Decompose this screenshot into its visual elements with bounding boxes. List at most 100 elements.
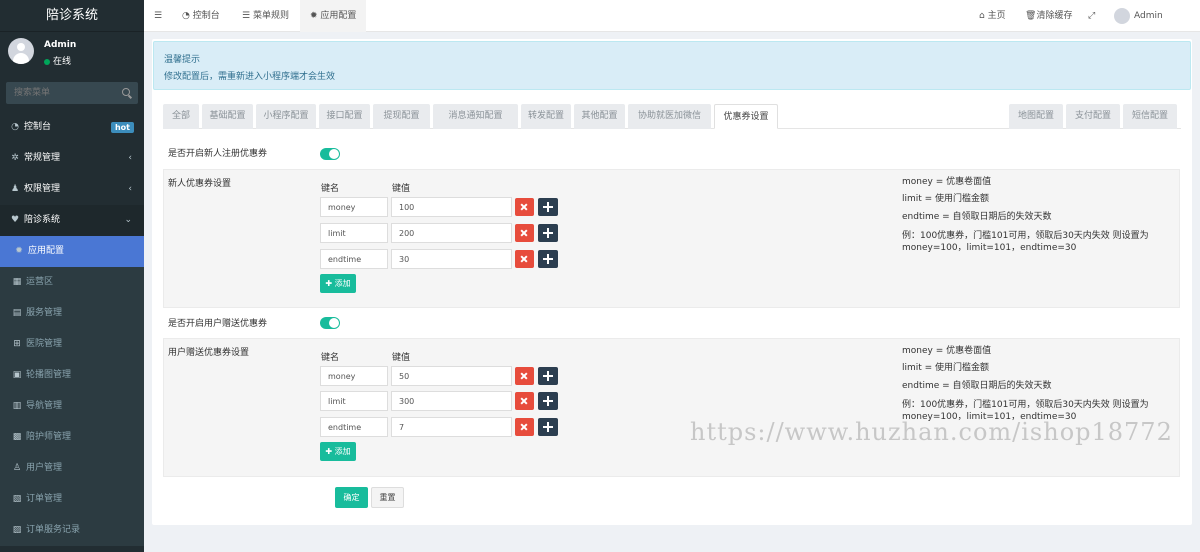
tab-all[interactable]: 全部 [163, 104, 199, 129]
sidebar-item-hospital[interactable]: ⊞ 医院管理 [0, 329, 144, 360]
help-line: limit = 使用门槛金额 [902, 363, 990, 373]
avatar [8, 38, 34, 64]
key-input[interactable] [320, 223, 388, 243]
admin-menu[interactable]: Admin [1114, 0, 1163, 32]
tab-other[interactable]: 其他配置 [574, 104, 625, 129]
drag-handle-icon[interactable] [538, 198, 558, 216]
alert-title: 温馨提示 [164, 55, 201, 65]
sidebar-item-auth[interactable]: ♟ 权限管理 ‹ [0, 174, 144, 205]
online-dot-icon [44, 58, 50, 65]
sidebar-item-escort[interactable]: ▩ 陪护师管理 [0, 422, 144, 453]
tab-coupon[interactable]: 优惠券设置 [714, 104, 778, 129]
list-icon: ☰ [242, 11, 253, 21]
delete-row-button[interactable] [515, 367, 534, 385]
delete-row-button[interactable] [515, 224, 534, 242]
tab-sms[interactable]: 短信配置 [1123, 104, 1177, 129]
tab-withdraw[interactable]: 提现配置 [373, 104, 430, 129]
drag-handle-icon[interactable] [538, 392, 558, 410]
sidebar-item-dashboard[interactable]: ◔ 控制台 hot [0, 112, 144, 143]
tab-app-config[interactable]: ✹ 应用配置 [300, 0, 367, 32]
submit-button[interactable]: 确定 [335, 487, 368, 508]
sidebar: 陪诊系统 Admin 在线 ◔控制台 hot ✲常规管理 ‹ ♟权限管理 ‹ ♥… [0, 0, 144, 552]
sidebar-item-escort-system[interactable]: ♥ 陪诊系统 ⌄ [0, 205, 144, 236]
delete-row-button[interactable] [515, 198, 534, 216]
plus-icon: ✚ [325, 447, 335, 456]
sidebar-item-order[interactable]: ▧ 订单管理 [0, 484, 144, 515]
sidebar-item-navigation[interactable]: ▥ 导航管理 [0, 391, 144, 422]
sidebar-item-operation-area[interactable]: ▦ 运营区 [0, 267, 144, 298]
gift-coupon-panel: 用户赠送优惠券设置 键名 键值 ✚ 添加 money = 优惠卷面值 limit… [163, 338, 1180, 477]
value-input[interactable] [391, 391, 512, 411]
app-logo[interactable]: 陪诊系统 [0, 0, 144, 32]
gear-icon: ✹ [15, 246, 23, 256]
help-line: money=100，limit=101，endtime=30 [902, 243, 1077, 253]
tab-forward[interactable]: 转发配置 [521, 104, 571, 129]
tab-api[interactable]: 接口配置 [319, 104, 370, 129]
tab-miniprogram[interactable]: 小程序配置 [256, 104, 316, 129]
value-input[interactable] [391, 366, 512, 386]
help-line: 例：100优惠券，门槛101可用，领取后30天内失效 则设置为 [902, 231, 1149, 241]
alert-text: 修改配置后，需重新进入小程序端才会生效 [164, 72, 336, 82]
config-tabs: 全部 基础配置 小程序配置 接口配置 提现配置 消息通知配置 转发配置 其他配置… [163, 104, 1181, 129]
dashboard-icon: ◔ [182, 11, 193, 21]
add-row-button[interactable]: ✚ 添加 [320, 274, 356, 293]
chevron-down-icon: ⌄ [124, 215, 132, 225]
tab-dashboard[interactable]: ◔ 控制台 [182, 0, 220, 32]
value-input[interactable] [391, 223, 512, 243]
id-card-icon: ▩ [12, 432, 22, 442]
search-icon[interactable] [122, 88, 130, 96]
dashboard-icon: ◔ [11, 122, 19, 132]
watermark: https://www.huzhan.com/ishop18772 [690, 418, 1173, 446]
delete-row-button[interactable] [515, 418, 534, 436]
tab-payment[interactable]: 支付配置 [1066, 104, 1120, 129]
kv-row [320, 417, 560, 437]
value-header: 键值 [392, 353, 411, 363]
plus-icon: ✚ [325, 279, 335, 288]
tab-notify[interactable]: 消息通知配置 [433, 104, 518, 129]
menu-toggle-icon[interactable]: ☰ [154, 0, 162, 32]
help-line: money = 优惠卷面值 [902, 177, 992, 187]
key-input[interactable] [320, 249, 388, 269]
clear-cache-button[interactable]: 🗑清除缓存 [1025, 0, 1072, 32]
key-input[interactable] [320, 197, 388, 217]
menu-search [6, 82, 138, 104]
value-input[interactable] [391, 197, 512, 217]
value-input[interactable] [391, 249, 512, 269]
sidebar-item-order-record[interactable]: ▨ 订单服务记录 [0, 515, 144, 546]
gift-coupon-toggle[interactable] [320, 317, 340, 329]
key-input[interactable] [320, 366, 388, 386]
value-header: 键值 [392, 184, 411, 194]
sidebar-item-user[interactable]: ♙ 用户管理 [0, 453, 144, 484]
avatar [1114, 7, 1130, 24]
home-link[interactable]: ⌂ 主页 [979, 0, 1006, 32]
drag-handle-icon[interactable] [538, 418, 558, 436]
key-header: 键名 [321, 353, 340, 363]
help-line: money = 优惠卷面值 [902, 346, 992, 356]
delete-row-button[interactable] [515, 250, 534, 268]
menu-search-input[interactable] [6, 82, 138, 104]
sidebar-item-carousel[interactable]: ▣ 轮播图管理 [0, 360, 144, 391]
sidebar-item-app-config[interactable]: ✹ 应用配置 [0, 236, 144, 267]
tab-map[interactable]: 地图配置 [1009, 104, 1063, 129]
drag-handle-icon[interactable] [538, 224, 558, 242]
tab-basic[interactable]: 基础配置 [202, 104, 253, 129]
kv-row [320, 366, 560, 386]
drag-handle-icon[interactable] [538, 250, 558, 268]
drag-handle-icon[interactable] [538, 367, 558, 385]
key-input[interactable] [320, 417, 388, 437]
new-user-coupon-panel: 新人优惠券设置 键名 键值 ✚ 添加 money = 优惠卷面值 limit =… [163, 169, 1180, 308]
fullscreen-icon[interactable]: ⤢ [1088, 0, 1095, 32]
new-user-coupon-toggle[interactable] [320, 148, 340, 160]
key-input[interactable] [320, 391, 388, 411]
sidebar-item-general[interactable]: ✲ 常规管理 ‹ [0, 143, 144, 174]
delete-row-button[interactable] [515, 392, 534, 410]
help-line: 例：100优惠券，门槛101可用，领取后30天内失效 则设置为 [902, 400, 1149, 410]
kv-row [320, 249, 560, 269]
tab-wechat-assist[interactable]: 协助就医加微信 [628, 104, 711, 129]
sidebar-item-service[interactable]: ▤ 服务管理 [0, 298, 144, 329]
chevron-left-icon: ‹ [128, 153, 132, 163]
add-row-button[interactable]: ✚ 添加 [320, 442, 356, 461]
reset-button[interactable]: 重置 [371, 487, 404, 508]
value-input[interactable] [391, 417, 512, 437]
tab-menu-rules[interactable]: ☰ 菜单规则 [242, 0, 289, 32]
